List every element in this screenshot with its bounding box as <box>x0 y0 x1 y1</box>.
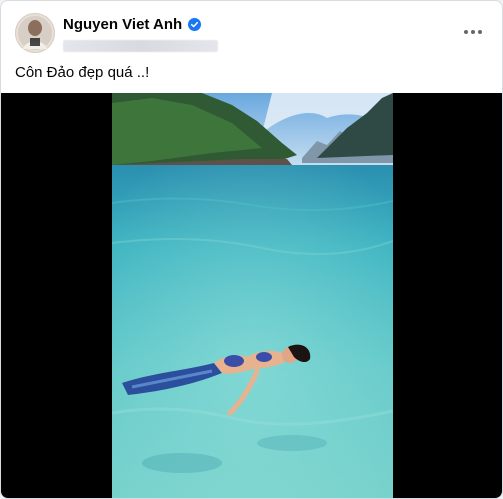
post-meta-redacted <box>63 40 218 52</box>
video-frame[interactable] <box>112 93 393 498</box>
verified-badge-icon <box>188 18 202 31</box>
video-scene-image <box>112 93 393 498</box>
author-row: Nguyen Viet Anh <box>63 16 202 33</box>
post-video[interactable] <box>1 93 502 498</box>
post-caption: Côn Đảo đẹp quá ..! <box>15 64 150 81</box>
author-avatar[interactable] <box>15 13 55 53</box>
post-header: Nguyen Viet Anh <box>15 13 488 57</box>
author-name[interactable]: Nguyen Viet Anh <box>63 16 182 33</box>
ellipsis-horizontal-icon[interactable] <box>462 21 484 43</box>
avatar-image <box>15 13 55 53</box>
post-card: Nguyen Viet Anh Côn Đảo đẹp quá ..! <box>0 0 503 499</box>
